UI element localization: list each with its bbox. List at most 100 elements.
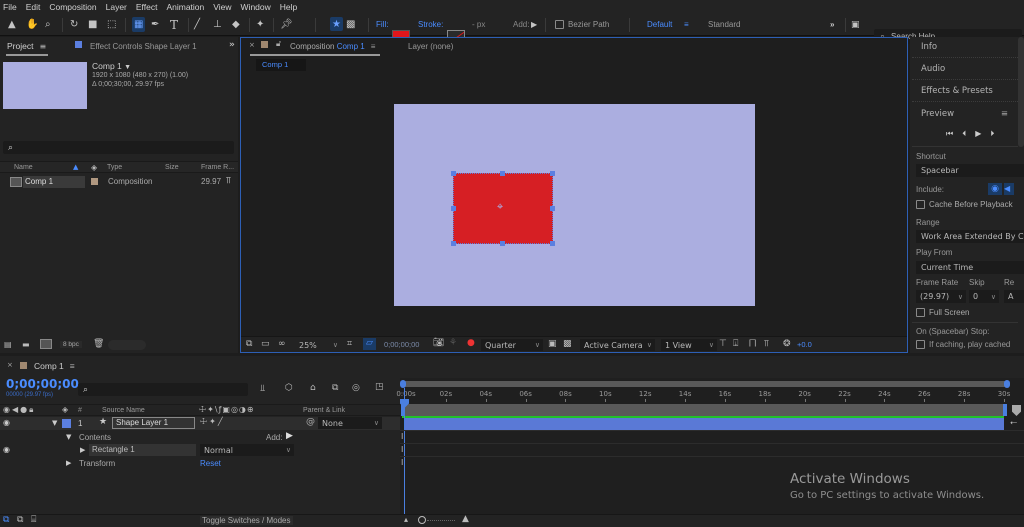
menu-composition[interactable]: Composition <box>49 2 96 12</box>
pan-behind-tool-icon[interactable]: ⬚ <box>107 17 116 32</box>
monitor-icon[interactable]: ▭ <box>261 339 270 349</box>
color-channels-icon[interactable]: ● <box>467 338 475 348</box>
play-icon[interactable]: ▶︎ <box>975 129 990 138</box>
skip-dropdown[interactable]: 0 ∨ <box>969 290 999 303</box>
resolution-preview-dropdown[interactable]: A <box>1004 290 1024 303</box>
audio-panel-tab[interactable]: Audio <box>912 58 1018 80</box>
contents-row[interactable]: ▼ Contents Add: ▶︎ <box>0 431 400 444</box>
project-scroll[interactable] <box>108 340 146 350</box>
time-navigator-bar[interactable] <box>402 381 1008 387</box>
brush-tool-icon[interactable]: ╱ <box>194 17 200 32</box>
range-dropdown[interactable]: Work Area Extended By C <box>916 230 1024 243</box>
column-frame-rate[interactable]: Frame R... <box>201 164 234 171</box>
rectangle-tool-icon[interactable]: ▦ <box>132 17 146 32</box>
bezier-path-checkbox[interactable]: Bezier Path <box>555 17 609 32</box>
rectangle-group-name[interactable]: Rectangle 1 <box>89 444 196 456</box>
toggle-switches-modes-button[interactable]: Toggle Switches / Modes <box>200 516 293 525</box>
more-panels-icon[interactable]: » <box>229 40 235 50</box>
add-button-icon[interactable]: ▶︎ <box>531 17 537 32</box>
column-number[interactable]: # <box>78 407 82 414</box>
layer-label-color[interactable] <box>62 419 71 428</box>
visibility-eye-icon[interactable]: ◉ <box>3 418 10 427</box>
view-layout-dropdown[interactable]: 1 View ∨ <box>661 339 717 351</box>
bbox-handle[interactable] <box>451 241 456 246</box>
layer-name-field[interactable]: Shape Layer 1 <box>112 417 195 429</box>
shortcut-dropdown[interactable]: Spacebar <box>916 164 1024 177</box>
layer-switches-pane-icon[interactable]: ⧉ <box>3 515 9 525</box>
camera-dropdown[interactable]: Active Camera ∨ <box>580 339 655 351</box>
clone-stamp-tool-icon[interactable]: ⊥ <box>213 17 222 32</box>
reset-transform-link[interactable]: Reset <box>200 459 221 468</box>
menu-view[interactable]: View <box>213 2 231 12</box>
navigator-end-handle[interactable] <box>1004 380 1010 388</box>
workspace-default[interactable]: Default <box>647 17 672 32</box>
menu-effect[interactable]: Effect <box>136 2 158 12</box>
anchor-point-icon[interactable]: ⌖ <box>497 201 503 212</box>
include-video-icon[interactable]: ◉ <box>988 183 1002 195</box>
puppet-pin-tool-icon[interactable]: 📌︎ <box>280 17 293 32</box>
exposure-value[interactable]: +0.0 <box>797 340 812 349</box>
menu-help[interactable]: Help <box>280 2 297 12</box>
tab-timeline-comp[interactable]: Comp 1 ≡ <box>34 357 75 375</box>
menu-window[interactable]: Window <box>241 2 271 12</box>
zoom-out-icon[interactable]: ▴ <box>404 515 408 524</box>
menu-edit[interactable]: Edit <box>26 2 41 12</box>
menu-animation[interactable]: Animation <box>166 2 204 12</box>
timeline-icon[interactable]: ⨅ <box>749 339 756 349</box>
rectangle-row[interactable]: ◉ ▶︎ Rectangle 1 Normal ∨ <box>0 444 400 457</box>
project-item-name[interactable]: Comp 1 <box>23 176 85 188</box>
transparency-grid-icon[interactable]: ▩ <box>563 339 572 349</box>
camera-tool-icon[interactable]: ■ <box>88 17 97 32</box>
region-of-interest-icon[interactable]: ▣ <box>548 339 557 349</box>
expand-chevron-icon[interactable]: ▼ <box>52 419 57 427</box>
new-folder-icon[interactable]: ▬ <box>22 340 30 349</box>
bbox-handle[interactable] <box>550 171 555 176</box>
star-tool-icon[interactable]: ★ <box>330 17 343 31</box>
label-color-icon[interactable] <box>91 178 98 185</box>
menu-layer[interactable]: Layer <box>106 2 127 12</box>
visibility-eye-icon[interactable]: ◉ <box>3 445 10 454</box>
panel-menu-icon[interactable]: ≡ <box>1001 109 1008 119</box>
workspace-menu-icon[interactable]: ≡ <box>684 17 689 32</box>
timeline-current-time[interactable]: 0;00;00;00 <box>6 377 79 391</box>
panel-menu-icon[interactable]: ≡ <box>39 42 46 51</box>
frame-rate-dropdown[interactable]: (29.97) ∨ <box>916 290 966 303</box>
preview-panel-tab[interactable]: Preview ≡ <box>912 103 1018 125</box>
always-preview-icon[interactable]: ⧉ <box>246 339 252 349</box>
snapshot-camera-icon[interactable]: 📷︎ <box>433 338 444 348</box>
panel-menu-icon[interactable]: ≡ <box>70 361 75 371</box>
av-features-icons[interactable]: ◉◀●🔒︎ <box>3 405 35 415</box>
layer-row[interactable]: ◉ ▼ 1 ★ Shape Layer 1 ☩✦╱ @ None ∨ <box>0 417 400 430</box>
label-tag-icon[interactable]: ◈ <box>62 405 68 414</box>
tab-composition[interactable]: Composition Comp 1 ≡ <box>290 37 375 55</box>
pen-tool-icon[interactable]: ✒ <box>151 17 159 32</box>
work-area-end-handle[interactable] <box>1003 404 1007 416</box>
fast-previews-icon[interactable]: ⍗ <box>733 339 738 349</box>
rotate-tool-icon[interactable]: ↻ <box>70 17 78 32</box>
previous-frame-icon[interactable]: ⏴︎ <box>962 129 975 138</box>
fit-frame-icon[interactable]: ⌗ <box>347 339 352 349</box>
cache-before-playback-checkbox[interactable]: Cache Before Playback <box>916 200 1013 210</box>
expand-chevron-icon[interactable]: ▶︎ <box>66 459 71 467</box>
shape-grid-icon[interactable]: ▩ <box>346 17 355 32</box>
motion-blur-icon[interactable]: ◎ <box>352 383 360 393</box>
bbox-handle[interactable] <box>451 206 456 211</box>
timeline-search-input[interactable]: ⌕ <box>78 383 248 396</box>
tab-effect-controls[interactable]: Effect Controls Shape Layer 1 <box>90 37 197 55</box>
comp-name-heading[interactable]: Comp 1 ▼ <box>92 61 131 71</box>
current-time-display[interactable]: 0;00;00;00 <box>384 340 419 349</box>
sync-settings-icon[interactable]: ▣ <box>851 17 860 32</box>
flowchart-icon[interactable]: ⫪ <box>226 176 231 186</box>
if-caching-checkbox[interactable]: If caching, play cached <box>916 340 1010 350</box>
in-out-pane-icon[interactable]: ⌸ <box>31 515 36 525</box>
flowchart-icon[interactable]: ⫪ <box>764 339 769 349</box>
toggle-pixel-aspect-icon[interactable]: ⊤ <box>719 339 727 349</box>
trash-icon[interactable]: 🗑︎ <box>93 339 104 349</box>
info-panel-tab[interactable]: Info <box>912 36 1018 58</box>
include-audio-icon[interactable]: ◀ <box>1004 183 1014 195</box>
first-frame-icon[interactable]: ⏮︎ <box>946 129 962 138</box>
more-workspaces-icon[interactable]: » <box>830 17 834 32</box>
interpret-footage-icon[interactable]: ▤ <box>4 340 12 349</box>
zoom-tool-icon[interactable]: ⌕ <box>45 17 51 32</box>
column-source-name[interactable]: Source Name <box>102 407 145 414</box>
